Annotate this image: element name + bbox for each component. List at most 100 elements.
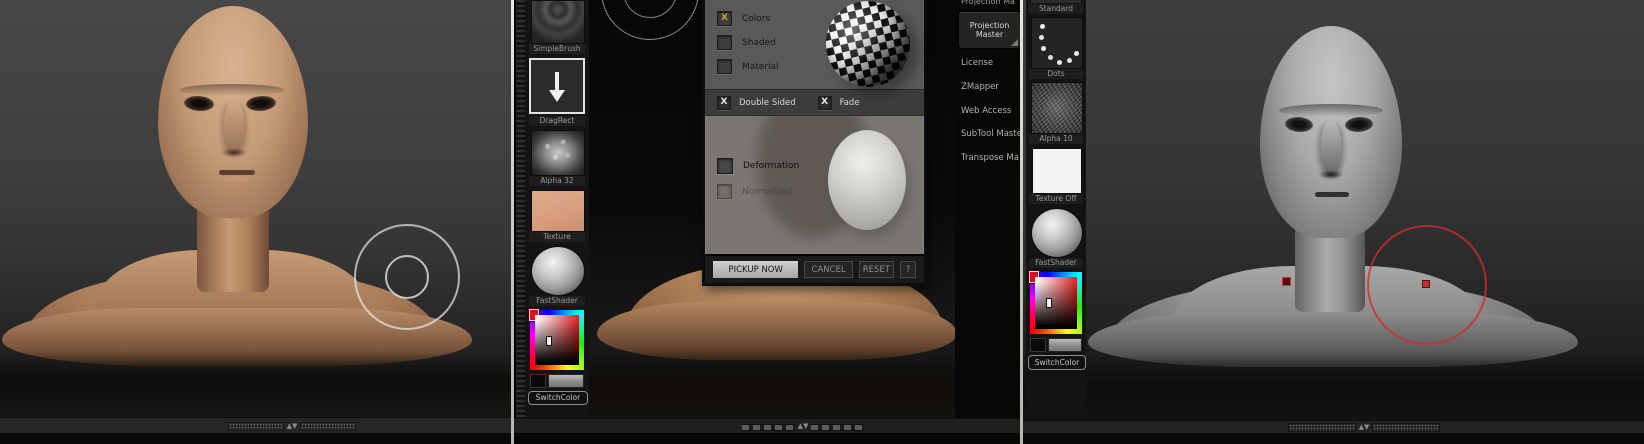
color-picker[interactable] [1029,271,1082,334]
scrollbar-texture[interactable] [228,422,284,431]
brush-label: Standard [1029,4,1083,14]
viewport-panel-middle: SimpleBrush DragRect Alpha 32 Texture Fa… [514,0,1020,444]
canvas-right[interactable] [1023,0,1644,420]
secondary-color-swatch[interactable] [1030,338,1046,352]
canvas-left[interactable] [0,0,511,417]
footer-strip-left [0,433,511,444]
sculpt-options-section: Deformation X Normalized [705,116,924,254]
color-picker[interactable] [529,309,584,370]
normalized-label: Normalized [742,186,794,197]
material-label: FastShader [1029,258,1083,268]
checker-sphere-preview [816,0,920,96]
alpha-thumbnail[interactable] [1031,82,1083,134]
secondary-color-swatch[interactable] [530,374,546,388]
surface-options-bar: X Double Sided X Fade [705,89,924,116]
material-thumbnail[interactable] [1031,208,1083,258]
brush-cursor-inner [385,255,429,299]
scrollbar-texture[interactable] [1288,423,1356,432]
projection-master-menu-button[interactable]: Projection Master [958,11,1020,49]
dialog-button-row: PICKUP NOW CANCEL RESET ? [705,254,924,283]
menu-item-license[interactable]: License [961,58,1020,68]
submenu-corner-icon [1011,39,1018,46]
nose-shading [1321,122,1341,176]
nose-shading [224,102,244,154]
brush-thumbnail-clipped[interactable] [1031,0,1081,3]
check-glyph: X [721,13,728,23]
tray-scrollbar-middle[interactable]: ▲▼ [742,422,864,431]
stroke-thumbnail[interactable] [1031,17,1083,69]
tray-arrows-icon[interactable]: ▲▼ [284,422,301,431]
zbrush-triple-screenshot: ▲▼ SimpleBrush DragRect Alpha 32 Texture… [0,0,1644,444]
double-sided-label: Double Sided [739,97,796,108]
colors-checkbox[interactable]: X [717,11,732,26]
secondary-color-row [1030,338,1082,352]
scrollbar-texture[interactable] [300,422,356,431]
colors-label: Colors [742,13,771,24]
secondary-color-row [530,374,584,388]
alpha-label: Alpha 32 [529,176,585,186]
deformation-checkbox[interactable] [717,158,733,174]
cancel-button[interactable]: CANCEL [804,261,853,278]
shaded-label: Shaded [742,37,776,48]
help-button[interactable]: ? [900,261,916,278]
alpha-thumbnail[interactable] [531,130,585,176]
double-sided-checkbox[interactable]: X [717,95,731,110]
bottom-bar-right: ▲▼ [1023,420,1644,434]
mouth [1315,192,1349,197]
texture-thumbnail[interactable] [531,190,585,232]
stroke-label: DragRect [529,116,585,126]
fade-checkbox[interactable]: X [817,95,832,110]
saturation-value-square[interactable] [1035,277,1077,329]
scrollbar-texture[interactable] [1372,423,1440,432]
deformation-label: Deformation [743,161,800,171]
dots-stroke-icon [1040,24,1045,29]
zplugin-menu-tray: Projection Ma Projection Master License … [955,0,1020,418]
shaded-checkbox[interactable] [717,35,732,50]
color-gradient-bar[interactable] [1048,338,1082,352]
floor-shadow [0,352,511,417]
reset-button[interactable]: RESET [858,261,895,278]
check-glyph: X [821,97,829,107]
nostril-shadow [1318,170,1344,179]
footer-strip-middle [514,433,1020,444]
viewport-panel-right: Standard Dots Alpha 10 Texture Off FastS… [1023,0,1644,444]
floor-shadow [589,350,955,418]
brow-shadow [180,84,284,96]
left-shelf-middle: SimpleBrush DragRect Alpha 32 Texture Fa… [525,0,589,418]
switch-color-button[interactable]: SwitchColor [1028,355,1086,370]
color-cursor [546,336,552,346]
switch-color-button[interactable]: SwitchColor [528,391,588,405]
tray-arrows-icon[interactable]: ▲▼ [795,422,812,431]
tray-scrollbar-right[interactable]: ▲▼ [1288,423,1440,432]
brush-label: SimpleBrush [529,44,585,54]
pickup-now-button[interactable]: PICKUP NOW [713,261,799,278]
texture-thumbnail[interactable] [1032,148,1082,194]
menu-item-web-access[interactable]: Web Access [961,106,1020,116]
material-checkbox[interactable] [717,59,732,74]
menu-item-zmapper[interactable]: ZMapper [961,82,1020,92]
projection-master-button-label: Projection Master [969,21,1010,39]
material-thumbnail[interactable] [531,246,585,296]
brow-shadow [1279,104,1383,117]
menu-item-transpose-master[interactable]: Transpose Ma [961,153,1020,163]
viewport-panel-left: ▲▼ [0,0,511,444]
material-label: FastShader [529,296,585,306]
floor-shadow [1023,355,1644,420]
bottom-bar-left: ▲▼ [0,417,511,434]
projection-master-dialog: X Colors Shaded Material X Double Sided … [702,0,927,286]
lower-lip [223,176,251,182]
color-gradient-bar[interactable] [548,374,584,388]
menu-item-subtool-master[interactable]: SubTool Maste [961,129,1020,139]
texture-label: Texture [529,232,585,242]
scrollbar-texture[interactable] [742,423,795,431]
tray-scrollbar-left[interactable]: ▲▼ [228,422,356,431]
tray-arrows-icon[interactable]: ▲▼ [1356,423,1373,432]
stroke-thumbnail-selected[interactable] [529,58,585,114]
saturation-value-square[interactable] [535,315,579,365]
color-cursor [1046,298,1052,308]
brush-thumbnail[interactable] [531,0,585,44]
menu-header-clipped: Projection Ma [961,0,1015,6]
normalized-checkbox-disabled: X [717,184,732,199]
scrollbar-texture[interactable] [811,423,864,431]
pickup-options-section: X Colors Shaded Material [705,0,924,96]
